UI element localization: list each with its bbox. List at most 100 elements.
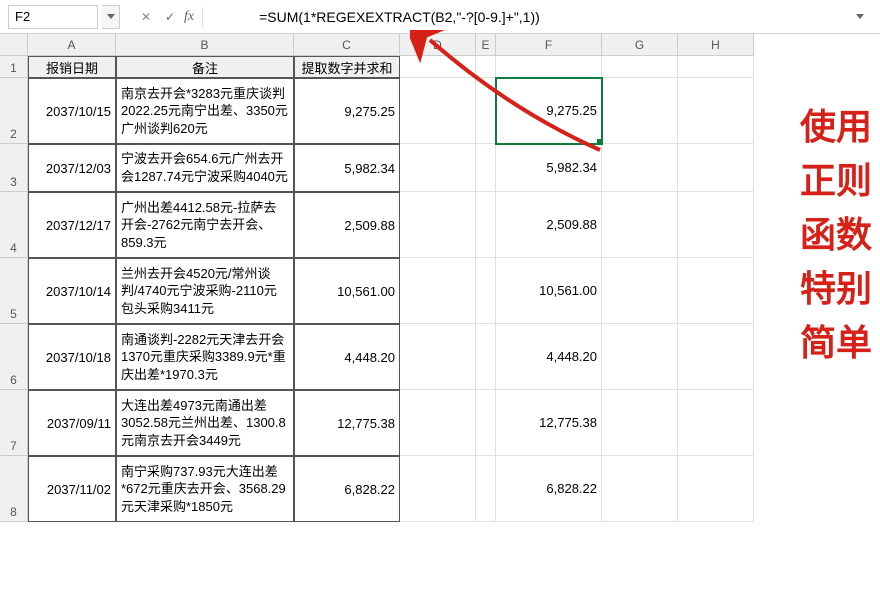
cell-B8[interactable]: 南宁采购737.93元大连出差*672元重庆去开会、3568.29元天津采购*1… — [116, 456, 294, 522]
col-header-H[interactable]: H — [678, 34, 754, 56]
cell-E3[interactable] — [476, 144, 496, 192]
cell-H8[interactable] — [678, 456, 754, 522]
cell-A3[interactable]: 2037/12/03 — [28, 144, 116, 192]
cell-H1[interactable] — [678, 56, 754, 78]
formula-controls: ✕ ✓ fx — [136, 7, 207, 27]
cell-C7[interactable]: 12,775.38 — [294, 390, 400, 456]
cell-E5[interactable] — [476, 258, 496, 324]
row-header-5[interactable]: 5 — [0, 258, 28, 324]
cell-E8[interactable] — [476, 456, 496, 522]
cell-G5[interactable] — [602, 258, 678, 324]
cell-H3[interactable] — [678, 144, 754, 192]
fx-icon[interactable]: fx — [184, 9, 194, 25]
cell-F7[interactable]: 12,775.38 — [496, 390, 602, 456]
cell-C8[interactable]: 6,828.22 — [294, 456, 400, 522]
cell-A4[interactable]: 2037/12/17 — [28, 192, 116, 258]
name-box-dropdown[interactable] — [102, 5, 120, 29]
cell-B5[interactable]: 兰州去开会4520元/常州谈判/4740元宁波采购-2110元包头采购3411元 — [116, 258, 294, 324]
cell-F8[interactable]: 6,828.22 — [496, 456, 602, 522]
row-header-2[interactable]: 2 — [0, 78, 28, 144]
cell-E6[interactable] — [476, 324, 496, 390]
col-header-B[interactable]: B — [116, 34, 294, 56]
cell-G8[interactable] — [602, 456, 678, 522]
cell-G7[interactable] — [602, 390, 678, 456]
row-header-4[interactable]: 4 — [0, 192, 28, 258]
cell-A6[interactable]: 2037/10/18 — [28, 324, 116, 390]
row-header-1[interactable]: 1 — [0, 56, 28, 78]
cell-F6[interactable]: 4,448.20 — [496, 324, 602, 390]
cell-B2[interactable]: 南京去开会*3283元重庆谈判2022.25元南宁出差、3350元广州谈判620… — [116, 78, 294, 144]
cell-C2[interactable]: 9,275.25 — [294, 78, 400, 144]
cell-D6[interactable] — [400, 324, 476, 390]
name-box[interactable]: F2 — [8, 5, 98, 29]
cell-C6[interactable]: 4,448.20 — [294, 324, 400, 390]
select-all-corner[interactable] — [0, 34, 28, 56]
cell-D4[interactable] — [400, 192, 476, 258]
cell-G6[interactable] — [602, 324, 678, 390]
cell-E4[interactable] — [476, 192, 496, 258]
cell-B7[interactable]: 大连出差4973元南通出差3052.58元兰州出差、1300.8元南京去开会34… — [116, 390, 294, 456]
cell-E1[interactable] — [476, 56, 496, 78]
row-header-3[interactable]: 3 — [0, 144, 28, 192]
cell-A7[interactable]: 2037/09/11 — [28, 390, 116, 456]
formula-bar-row: F2 ✕ ✓ fx =SUM(1*REGEXEXTRACT(B2,"-?[0-9… — [0, 0, 880, 34]
cell-F1[interactable] — [496, 56, 602, 78]
table-row: 5 2037/10/14 兰州去开会4520元/常州谈判/4740元宁波采购-2… — [0, 258, 880, 324]
col-header-E[interactable]: E — [476, 34, 496, 56]
formula-expand[interactable] — [848, 5, 872, 29]
cell-C5[interactable]: 10,561.00 — [294, 258, 400, 324]
col-header-G[interactable]: G — [602, 34, 678, 56]
cell-F4[interactable]: 2,509.88 — [496, 192, 602, 258]
cell-D1[interactable] — [400, 56, 476, 78]
cell-A2[interactable]: 2037/10/15 — [28, 78, 116, 144]
table-row: 4 2037/12/17 广州出差4412.58元-拉萨去开会-2762元南宁去… — [0, 192, 880, 258]
cell-D8[interactable] — [400, 456, 476, 522]
col-header-A[interactable]: A — [28, 34, 116, 56]
cell-F3[interactable]: 5,982.34 — [496, 144, 602, 192]
cell-A1[interactable]: 报销日期 — [28, 56, 116, 78]
grid-rows: 1 报销日期 备注 提取数字并求和 2 2037/10/15 南京去开会*328… — [0, 56, 880, 522]
cell-G3[interactable] — [602, 144, 678, 192]
cell-D5[interactable] — [400, 258, 476, 324]
cell-D7[interactable] — [400, 390, 476, 456]
cell-G1[interactable] — [602, 56, 678, 78]
cell-F5[interactable]: 10,561.00 — [496, 258, 602, 324]
row-header-7[interactable]: 7 — [0, 390, 28, 456]
cell-A5[interactable]: 2037/10/14 — [28, 258, 116, 324]
cell-H4[interactable] — [678, 192, 754, 258]
cell-E2[interactable] — [476, 78, 496, 144]
cell-B3[interactable]: 宁波去开会654.6元广州去开会1287.74元宁波采购4040元 — [116, 144, 294, 192]
col-header-C[interactable]: C — [294, 34, 400, 56]
row-header-8[interactable]: 8 — [0, 456, 28, 522]
cell-G4[interactable] — [602, 192, 678, 258]
cell-B4[interactable]: 广州出差4412.58元-拉萨去开会-2762元南宁去开会、859.3元 — [116, 192, 294, 258]
cell-C4[interactable]: 2,509.88 — [294, 192, 400, 258]
table-row: 7 2037/09/11 大连出差4973元南通出差3052.58元兰州出差、1… — [0, 390, 880, 456]
cell-E7[interactable] — [476, 390, 496, 456]
cell-H5[interactable] — [678, 258, 754, 324]
separator — [202, 7, 203, 27]
table-row: 1 报销日期 备注 提取数字并求和 — [0, 56, 880, 78]
cell-D3[interactable] — [400, 144, 476, 192]
chevron-down-icon — [856, 14, 864, 19]
cell-H7[interactable] — [678, 390, 754, 456]
cancel-icon[interactable]: ✕ — [136, 7, 156, 27]
cell-F2[interactable]: 9,275.25 — [496, 78, 602, 144]
col-header-D[interactable]: D — [400, 34, 476, 56]
cell-B1[interactable]: 备注 — [116, 56, 294, 78]
formula-input[interactable]: =SUM(1*REGEXEXTRACT(B2,"-?[0-9.]+",1)) — [251, 5, 844, 29]
col-header-F[interactable]: F — [496, 34, 602, 56]
spreadsheet-grid: A B C D E F G H 1 报销日期 备注 提取数字并求和 2 2037… — [0, 34, 880, 522]
cell-D2[interactable] — [400, 78, 476, 144]
cell-C3[interactable]: 5,982.34 — [294, 144, 400, 192]
row-header-6[interactable]: 6 — [0, 324, 28, 390]
cell-H6[interactable] — [678, 324, 754, 390]
cell-A8[interactable]: 2037/11/02 — [28, 456, 116, 522]
cell-B6[interactable]: 南通谈判-2282元天津去开会1370元重庆采购3389.9元*重庆出差*197… — [116, 324, 294, 390]
cell-C1[interactable]: 提取数字并求和 — [294, 56, 400, 78]
table-row: 8 2037/11/02 南宁采购737.93元大连出差*672元重庆去开会、3… — [0, 456, 880, 522]
cell-G2[interactable] — [602, 78, 678, 144]
table-row: 3 2037/12/03 宁波去开会654.6元广州去开会1287.74元宁波采… — [0, 144, 880, 192]
cell-H2[interactable] — [678, 78, 754, 144]
accept-icon[interactable]: ✓ — [160, 7, 180, 27]
